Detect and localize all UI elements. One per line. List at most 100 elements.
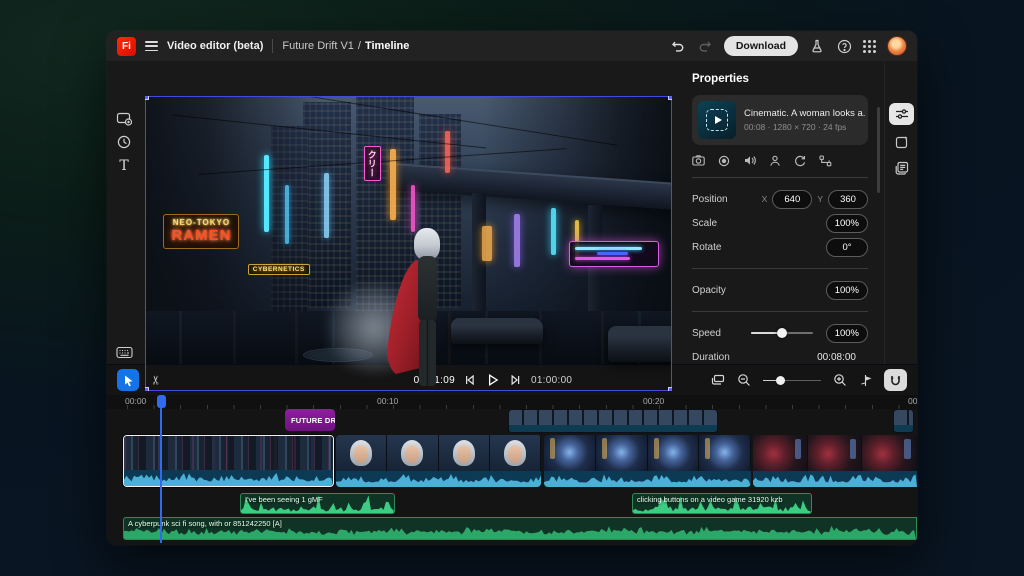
snap-magnet-toggle[interactable] — [884, 369, 907, 391]
select-tool-button[interactable] — [117, 369, 139, 391]
timeline-panel: ✂ 00:01:09 01:00:00 — [107, 364, 917, 545]
person-icon[interactable] — [769, 155, 781, 167]
redo-icon[interactable] — [697, 38, 713, 54]
speed-row: Speed 100% — [692, 322, 868, 344]
right-rail — [884, 61, 917, 364]
top-bar: Fi Video editor (beta) Future Drift V1 /… — [107, 31, 917, 61]
properties-panel: Properties Cinematic. A woman looks a...… — [676, 61, 882, 364]
audio-clip-music[interactable]: A cyberpunk sci fi song, with or 8512422… — [123, 517, 917, 540]
video-clip-cape[interactable] — [753, 435, 917, 487]
frame-back-icon[interactable] — [464, 374, 477, 386]
speed-slider[interactable] — [751, 327, 813, 339]
audio-clip-label: A cyberpunk sci fi song, with or 8512422… — [128, 519, 282, 528]
editor-main: T — [107, 61, 917, 364]
neon-sign-cyan — [264, 155, 269, 232]
scene-car — [608, 326, 672, 362]
opacity-label: Opacity — [692, 285, 726, 296]
timeline-ruler[interactable]: 00:00 00:10 00:20 00:30 — [107, 395, 917, 409]
play-button[interactable] — [486, 373, 500, 387]
overlay-video-clip[interactable] — [508, 409, 718, 433]
breadcrumb[interactable]: Future Drift V1 / Timeline — [282, 40, 409, 52]
ruler-tick-label: 00:00 — [125, 396, 146, 406]
resize-handle-bottom-left[interactable] — [145, 387, 149, 391]
timeline-zoom-slider[interactable] — [763, 374, 821, 386]
zoom-in-icon[interactable] — [833, 373, 847, 387]
position-label: Position — [692, 194, 728, 205]
position-row: Position X 640 Y 360 — [692, 188, 868, 210]
clip-action-icons — [692, 155, 868, 167]
thumbnail-frame — [808, 435, 863, 471]
frame-forward-icon[interactable] — [509, 374, 522, 386]
properties-tab-icon[interactable] — [889, 103, 914, 125]
playhead-handle[interactable] — [157, 395, 166, 408]
duration-label: Duration — [692, 352, 730, 363]
position-y-input[interactable]: 360 — [828, 190, 868, 209]
neon-sign-purple — [514, 214, 520, 267]
breadcrumb-separator: / — [358, 40, 361, 52]
refresh-icon[interactable] — [794, 155, 806, 167]
user-avatar[interactable] — [887, 36, 907, 56]
thumbnail-frame — [648, 435, 700, 471]
audio-icon[interactable] — [743, 155, 756, 167]
audio-clip-sfx[interactable]: clicking buttons on a video game 31920 k… — [632, 493, 812, 514]
position-x-input[interactable]: 640 — [772, 190, 812, 209]
ruler-tick-label: 00:30 — [908, 396, 917, 406]
branch-icon[interactable] — [819, 155, 832, 167]
properties-title: Properties — [692, 73, 868, 85]
apps-grid-icon[interactable] — [863, 40, 876, 53]
camera-icon[interactable] — [692, 155, 705, 167]
clip-name: Cinematic. A woman looks a... — [744, 108, 866, 119]
fit-timeline-icon[interactable] — [711, 374, 725, 386]
rotate-input[interactable]: 0° — [826, 238, 868, 257]
resize-handle-bottom-right[interactable] — [668, 387, 672, 391]
scene-car — [451, 318, 543, 344]
text-clip-future-drift[interactable]: FUTURE DRI — [285, 409, 335, 431]
video-clip-street-selected[interactable] — [123, 435, 334, 487]
thumbnail-frame — [439, 435, 490, 471]
firefly-logo[interactable]: Fi — [117, 37, 136, 56]
divider — [692, 268, 868, 269]
keyboard-shortcuts-icon[interactable] — [115, 343, 133, 361]
resize-handle-top-left[interactable] — [145, 96, 149, 100]
video-clip-robots[interactable] — [544, 435, 751, 487]
selected-clip-card[interactable]: Cinematic. A woman looks a... v.ffgenvid… — [692, 95, 868, 145]
video-preview-canvas[interactable]: クリー NEO-TOKYO RAMEN CYBERNETICS — [145, 96, 672, 391]
generate-video-icon — [706, 109, 728, 131]
resize-handle-top-right[interactable] — [668, 96, 672, 100]
add-media-icon[interactable] — [115, 109, 133, 127]
speed-input[interactable]: 100% — [826, 324, 868, 343]
neon-sign-blue — [324, 173, 329, 238]
properties-scrollbar[interactable] — [877, 107, 880, 193]
undo-icon[interactable] — [670, 38, 686, 54]
scale-input[interactable]: 100% — [826, 214, 868, 233]
scale-label: Scale — [692, 218, 717, 229]
layers-panel-icon[interactable] — [889, 157, 914, 179]
timeline-zoom-controls — [711, 369, 907, 391]
opacity-row: Opacity 100% — [692, 279, 868, 301]
overlay-video-clip-small[interactable] — [893, 409, 914, 433]
clip-thumbnails — [336, 435, 541, 471]
help-icon[interactable] — [836, 38, 852, 54]
video-clip-woman[interactable] — [336, 435, 541, 487]
divider — [692, 311, 868, 312]
hamburger-menu-icon[interactable] — [145, 41, 158, 51]
edit-media-icon[interactable] — [889, 131, 914, 153]
clip-thumbnail — [698, 101, 736, 139]
opacity-input[interactable]: 100% — [826, 281, 868, 300]
download-button[interactable]: Download — [724, 36, 798, 56]
text-tool-icon[interactable]: T — [115, 157, 133, 175]
thumbnail-frame — [490, 435, 541, 471]
neon-sign-pink — [411, 185, 415, 232]
audio-clip-voice[interactable]: I've been seeing 1 gMF — [240, 493, 395, 514]
history-clock-icon[interactable] — [115, 133, 133, 151]
app-window: Fi Video editor (beta) Future Drift V1 /… — [107, 31, 917, 545]
beaker-icon[interactable] — [809, 38, 825, 54]
zoom-out-icon[interactable] — [737, 373, 751, 387]
razor-playhead-icon[interactable] — [859, 374, 872, 387]
thumbnail-frame — [699, 435, 751, 471]
neon-sign-ramen: NEO-TOKYO RAMEN — [163, 214, 239, 249]
neon-sign-billboard — [569, 241, 659, 268]
breadcrumb-project[interactable]: Future Drift V1 — [282, 40, 354, 52]
divider — [272, 39, 273, 53]
record-circle-icon[interactable] — [718, 155, 730, 167]
